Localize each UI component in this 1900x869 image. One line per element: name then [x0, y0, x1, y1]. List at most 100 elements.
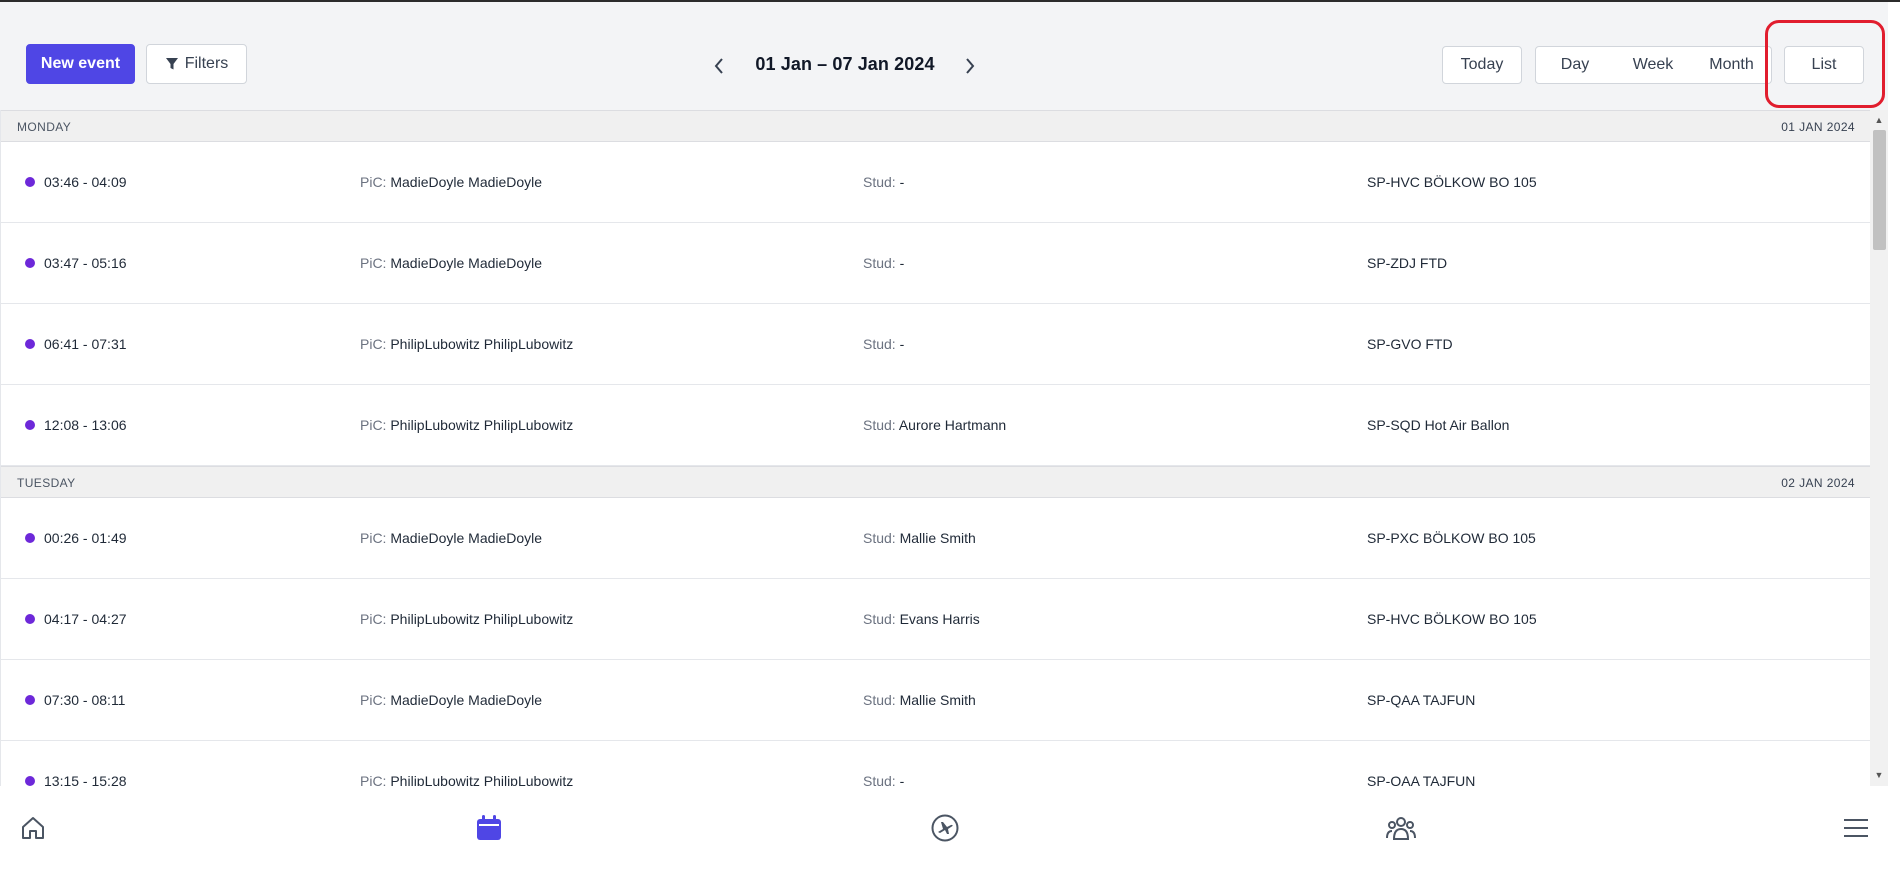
- event-dot: [25, 533, 35, 543]
- event-time: 06:41 - 07:31: [44, 336, 127, 352]
- pic-label: PiC:: [360, 336, 387, 352]
- stud-value: -: [899, 773, 905, 786]
- event-aircraft: SP-PXC BÖLKOW BO 105: [1367, 530, 1536, 546]
- list-button-highlight: [1765, 20, 1885, 108]
- home-icon[interactable]: [16, 811, 50, 845]
- calendar-icon[interactable]: [472, 811, 506, 845]
- pic-label: PiC:: [360, 530, 387, 546]
- event-time: 04:17 - 04:27: [44, 611, 127, 627]
- next-week-button[interactable]: [955, 46, 985, 86]
- chevron-right-icon: [966, 58, 975, 74]
- event-aircraft: SP-HVC BÖLKOW BO 105: [1367, 174, 1537, 190]
- stud-label: Stud:: [863, 530, 896, 546]
- view-month-label: Month: [1709, 56, 1754, 73]
- pic-label: PiC:: [360, 773, 387, 786]
- event-time: 00:26 - 01:49: [44, 530, 127, 546]
- stud-value: Evans Harris: [899, 611, 980, 627]
- pic-value: MadieDoyle MadieDoyle: [390, 692, 543, 708]
- event-pic: PiC: MadieDoyle MadieDoyle: [360, 692, 542, 708]
- day-name: Monday: [17, 120, 72, 134]
- event-dot: [25, 258, 35, 268]
- stud-value: -: [899, 174, 905, 190]
- new-event-button[interactable]: New event: [26, 44, 135, 84]
- event-stud: Stud: Mallie Smith: [863, 692, 976, 708]
- event-row[interactable]: 04:17 - 04:27 PiC: PhilipLubowitz Philip…: [1, 579, 1871, 660]
- event-aircraft: SP-SQD Hot Air Ballon: [1367, 417, 1510, 433]
- event-time: 03:47 - 05:16: [44, 255, 127, 271]
- day-header-tuesday: Tuesday 02 Jan 2024: [1, 466, 1871, 498]
- pic-value: PhilipLubowitz PhilipLubowitz: [390, 611, 574, 627]
- stud-value: -: [899, 336, 905, 352]
- calendar-toolbar: New event Filters 01 Jan – 07 Jan 2024 T…: [0, 2, 1888, 111]
- event-pic: PiC: PhilipLubowitz PhilipLubowitz: [360, 417, 573, 433]
- event-stud: Stud: -: [863, 255, 904, 271]
- event-row[interactable]: 03:46 - 04:09 PiC: MadieDoyle MadieDoyle…: [1, 142, 1871, 223]
- pic-label: PiC:: [360, 692, 387, 708]
- event-stud: Stud: Aurore Hartmann: [863, 417, 1006, 433]
- event-aircraft: SP-ZDJ FTD: [1367, 255, 1448, 271]
- stud-value: Aurore Hartmann: [898, 417, 1007, 433]
- event-row[interactable]: 07:30 - 08:11 PiC: MadieDoyle MadieDoyle…: [1, 660, 1871, 741]
- pic-value: MadieDoyle MadieDoyle: [390, 255, 543, 271]
- stud-label: Stud:: [863, 692, 896, 708]
- day-header-monday: Monday 01 Jan 2024: [1, 110, 1871, 142]
- event-time: 13:15 - 15:28: [44, 773, 127, 786]
- stud-label: Stud:: [863, 773, 896, 786]
- pic-label: PiC:: [360, 611, 387, 627]
- event-aircraft: SP-QAA TAJFUN: [1367, 692, 1476, 708]
- pic-label: PiC:: [360, 417, 387, 433]
- view-week-button[interactable]: Week: [1614, 46, 1693, 84]
- event-row[interactable]: 00:26 - 01:49 PiC: MadieDoyle MadieDoyle…: [1, 498, 1871, 579]
- pic-value: MadieDoyle MadieDoyle: [390, 174, 543, 190]
- event-row[interactable]: 12:08 - 13:06 PiC: PhilipLubowitz Philip…: [1, 385, 1871, 466]
- event-time: 12:08 - 13:06: [44, 417, 127, 433]
- people-icon[interactable]: [1384, 811, 1418, 845]
- date-range-title: 01 Jan – 07 Jan 2024: [755, 54, 935, 74]
- event-pic: PiC: MadieDoyle MadieDoyle: [360, 530, 542, 546]
- day-name: Tuesday: [17, 476, 76, 490]
- scroll-up-icon[interactable]: ▲: [1874, 115, 1884, 125]
- event-row[interactable]: 13:15 - 15:28 PiC: PhilipLubowitz Philip…: [1, 741, 1871, 786]
- event-aircraft: SP-GVO FTD: [1367, 336, 1453, 352]
- event-row[interactable]: 06:41 - 07:31 PiC: PhilipLubowitz Philip…: [1, 304, 1871, 385]
- event-pic: PiC: PhilipLubowitz PhilipLubowitz: [360, 773, 573, 786]
- event-row[interactable]: 03:47 - 05:16 PiC: MadieDoyle MadieDoyle…: [1, 223, 1871, 304]
- scrollbar-thumb[interactable]: [1873, 130, 1886, 250]
- stud-label: Stud:: [863, 336, 896, 352]
- today-button[interactable]: Today: [1442, 46, 1522, 84]
- event-dot: [25, 339, 35, 349]
- view-month-button[interactable]: Month: [1692, 46, 1772, 84]
- event-pic: PiC: PhilipLubowitz PhilipLubowitz: [360, 336, 573, 352]
- new-event-label: New event: [40, 55, 121, 72]
- scroll-down-icon[interactable]: ▼: [1874, 770, 1884, 780]
- pic-value: PhilipLubowitz PhilipLubowitz: [390, 417, 574, 433]
- event-aircraft: SP-QAA TAJFUN: [1367, 773, 1476, 786]
- menu-icon[interactable]: [1839, 811, 1873, 845]
- filters-label: Filters: [184, 55, 229, 72]
- filters-button[interactable]: Filters: [146, 44, 247, 84]
- flights-icon[interactable]: [928, 811, 962, 845]
- pic-value: PhilipLubowitz PhilipLubowitz: [390, 773, 574, 786]
- pic-value: PhilipLubowitz PhilipLubowitz: [390, 336, 574, 352]
- event-time: 07:30 - 08:11: [44, 692, 126, 708]
- today-label: Today: [1460, 56, 1504, 73]
- pic-value: MadieDoyle MadieDoyle: [390, 530, 543, 546]
- day-date: 01 Jan 2024: [1781, 120, 1855, 134]
- event-pic: PiC: MadieDoyle MadieDoyle: [360, 174, 542, 190]
- event-stud: Stud: Mallie Smith: [863, 530, 976, 546]
- event-dot: [25, 776, 35, 786]
- event-stud: Stud: -: [863, 174, 904, 190]
- stud-label: Stud:: [863, 255, 896, 271]
- event-stud: Stud: -: [863, 773, 904, 786]
- event-list: Monday 01 Jan 2024 03:46 - 04:09 PiC: Ma…: [0, 110, 1871, 786]
- stud-value: Mallie Smith: [899, 530, 976, 546]
- view-day-label: Day: [1560, 56, 1590, 73]
- event-time: 03:46 - 04:09: [44, 174, 127, 190]
- filter-icon: [165, 58, 178, 70]
- previous-week-button[interactable]: [704, 46, 734, 86]
- chevron-left-icon: [714, 58, 723, 74]
- event-dot: [25, 420, 35, 430]
- view-day-button[interactable]: Day: [1535, 46, 1615, 84]
- day-date: 02 Jan 2024: [1781, 476, 1855, 490]
- bottom-navigation: [0, 797, 1900, 869]
